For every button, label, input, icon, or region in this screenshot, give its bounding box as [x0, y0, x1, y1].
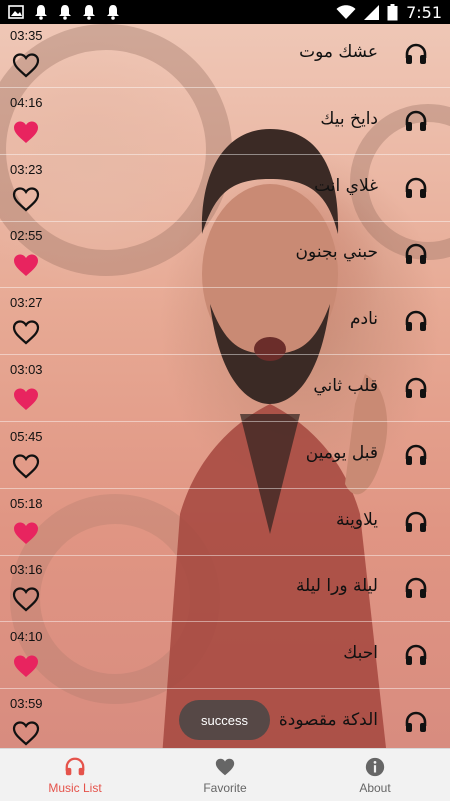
heart-filled-icon[interactable]: [12, 252, 40, 278]
wifi-icon: [336, 4, 356, 19]
song-duration: 02:55: [10, 228, 43, 244]
notification-icons: [8, 4, 120, 20]
tab-about-label: About: [359, 780, 391, 795]
song-duration: 03:03: [10, 362, 43, 377]
heart-outline-icon[interactable]: [12, 453, 40, 479]
song-title: ليلة ورا ليلة: [295, 576, 378, 597]
headphones-icon[interactable]: [404, 42, 428, 66]
bottom-navigation: Music List Favorite About: [0, 748, 450, 801]
song-title: نادم: [349, 309, 378, 330]
battery-icon: [387, 3, 398, 20]
headphones-icon[interactable]: [404, 176, 428, 200]
song-row[interactable]: 05:18 يلاوينة: [0, 490, 450, 556]
clock: 7:51: [406, 2, 442, 22]
song-title: يلاوينة: [335, 509, 378, 530]
song-row[interactable]: 02:55 حبني بجنون: [0, 222, 450, 289]
song-title: قبل يومين: [305, 442, 378, 463]
info-icon: [365, 757, 385, 776]
heart-outline-icon[interactable]: [12, 319, 40, 345]
bell-notification-icon: [59, 5, 71, 20]
headphones-icon[interactable]: [404, 309, 428, 333]
song-title: حبني بجنون: [295, 242, 378, 263]
bell-notification-icon: [83, 5, 95, 20]
song-title: احبك: [343, 643, 378, 664]
tab-about[interactable]: About: [300, 749, 450, 801]
song-duration: 04:16: [10, 94, 43, 110]
bell-notification-icon: [35, 5, 47, 20]
song-duration: 05:45: [10, 428, 43, 444]
headphones-icon[interactable]: [404, 643, 428, 667]
heart-icon: [215, 758, 235, 775]
headphones-icon[interactable]: [404, 242, 428, 266]
system-icons: 7:51: [336, 3, 442, 22]
tab-music-list[interactable]: Music List: [0, 749, 150, 801]
song-duration: 04:10: [10, 629, 43, 645]
song-title: الدكة مقصودة: [278, 710, 378, 730]
heart-filled-icon[interactable]: [12, 119, 40, 145]
headphones-icon[interactable]: [404, 376, 428, 400]
song-row[interactable]: 05:45 قبل يومين: [0, 423, 450, 489]
bell-notification-icon: [107, 5, 119, 20]
heart-filled-icon[interactable]: [12, 386, 40, 412]
heart-outline-icon[interactable]: [12, 52, 40, 78]
song-row[interactable]: 03:35 عشك موت: [0, 24, 450, 88]
song-duration: 03:16: [10, 562, 43, 578]
toast-message: success: [179, 700, 270, 740]
song-row[interactable]: 03:27 نادم: [0, 289, 450, 356]
music-list[interactable]: 03:35 عشك موت 04:16 دايخ بيك 03:23 غلاي انت 02…: [0, 24, 450, 748]
song-duration: 03:27: [10, 295, 43, 311]
headphones-icon[interactable]: [404, 443, 428, 467]
song-title: دايخ بيك: [320, 108, 378, 129]
song-row[interactable]: 03:03 قلب ثاني: [0, 356, 450, 422]
tab-favorite-label: Favorite: [203, 780, 247, 795]
headphones-icon[interactable]: [404, 510, 428, 534]
tab-favorite[interactable]: Favorite: [150, 749, 300, 801]
song-duration: 03:59: [10, 696, 43, 711]
song-title: غلاي انت: [314, 175, 378, 196]
headphones-icon: [65, 757, 85, 775]
image-notification-icon: [8, 5, 24, 19]
heart-outline-icon[interactable]: [12, 586, 40, 612]
headphones-icon[interactable]: [404, 710, 428, 734]
headphones-icon[interactable]: [404, 576, 428, 600]
song-row[interactable]: 03:16 ليلة ورا ليلة: [0, 556, 450, 623]
song-title: عشك موت: [299, 42, 378, 62]
heart-filled-icon[interactable]: [12, 653, 40, 679]
song-duration: 03:35: [10, 28, 43, 43]
song-duration: 05:18: [10, 495, 43, 511]
song-duration: 03:23: [10, 161, 43, 177]
song-row[interactable]: 04:10 احبك: [0, 623, 450, 690]
song-title: قلب ثاني: [313, 376, 378, 396]
song-row[interactable]: 03:23 غلاي انت: [0, 156, 450, 222]
song-row[interactable]: 04:16 دايخ بيك: [0, 89, 450, 155]
status-bar: 7:51: [0, 0, 450, 24]
heart-filled-icon[interactable]: [12, 520, 40, 546]
heart-outline-icon[interactable]: [12, 186, 40, 212]
signal-icon: [364, 4, 380, 20]
headphones-icon[interactable]: [404, 109, 428, 133]
tab-music-list-label: Music List: [48, 780, 102, 795]
heart-outline-icon[interactable]: [12, 720, 40, 746]
